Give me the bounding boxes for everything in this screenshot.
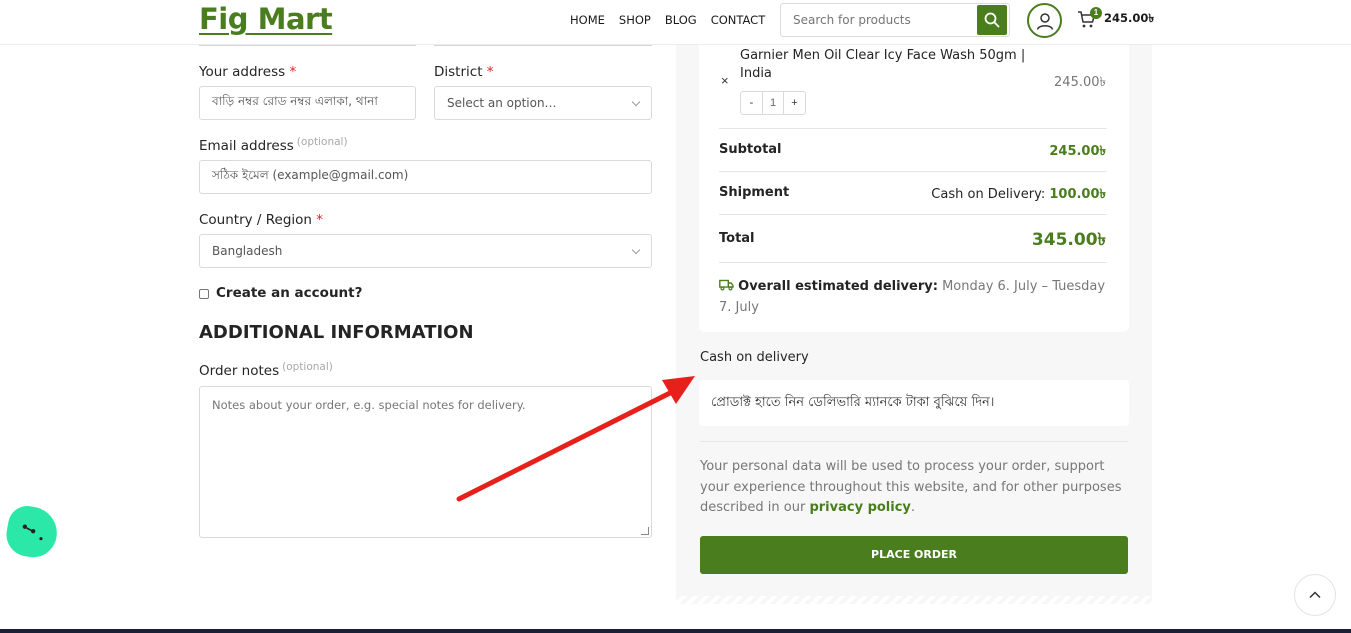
subtotal-label: Subtotal xyxy=(719,142,782,157)
summary-edge-decoration xyxy=(676,596,1152,604)
product-name: Garnier Men Oil Clear Icy Face Wash 50gm… xyxy=(740,48,1026,81)
site-header: Fig Mart HOME SHOP BLOG CONTACT 1 245.00… xyxy=(0,0,1351,45)
quantity-stepper: - 1 + xyxy=(740,91,806,115)
user-icon xyxy=(1036,12,1053,30)
nav-contact[interactable]: CONTACT xyxy=(711,13,766,27)
order-notes-label: Order notes (optional) xyxy=(199,361,333,379)
divider xyxy=(719,214,1107,215)
privacy-notice: Your personal data will be used to proce… xyxy=(700,459,1122,515)
cart-count-badge: 1 xyxy=(1090,7,1102,19)
truck-icon xyxy=(719,279,734,291)
nav-shop[interactable]: SHOP xyxy=(619,13,651,27)
chevron-up-icon xyxy=(1309,591,1321,599)
remove-item-button[interactable]: × xyxy=(721,73,729,88)
qty-input[interactable]: 1 xyxy=(762,92,784,114)
search-box xyxy=(780,3,1010,37)
create-account-label[interactable]: Create an account? xyxy=(216,285,362,301)
footer-edge xyxy=(0,629,1351,633)
shipment-value: Cash on Delivery: 100.00৳ xyxy=(931,187,1106,202)
nav-home[interactable]: HOME xyxy=(570,13,605,27)
district-label: District * xyxy=(434,64,494,80)
place-order-button[interactable]: PLACE ORDER xyxy=(700,536,1128,574)
country-select[interactable]: Bangladesh xyxy=(199,234,652,268)
shipment-label: Shipment xyxy=(719,185,790,200)
address-label: Your address * xyxy=(199,64,297,80)
chat-face-icon xyxy=(22,524,43,541)
chevron-down-icon xyxy=(631,245,641,255)
subtotal-value: 245.00৳ xyxy=(1049,144,1106,159)
search-icon xyxy=(984,12,1000,28)
estimated-delivery: Overall estimated delivery: Monday 6. Ju… xyxy=(719,279,1106,315)
email-field[interactable]: সঠিক ইমেল (example@gmail.com) xyxy=(199,160,652,194)
search-button[interactable] xyxy=(977,5,1007,35)
email-label: Email address (optional) xyxy=(199,136,348,154)
cart-total: 245.00৳ xyxy=(1104,11,1155,25)
chevron-down-icon xyxy=(631,97,641,107)
product-price: 245.00৳ xyxy=(1054,75,1106,90)
payment-method-description: প্রোডাক্ট হাতে নিন ডেলিভারি ম্যানকে টাকা… xyxy=(699,380,1129,426)
district-select[interactable]: Select an option… xyxy=(434,86,652,120)
resize-handle[interactable] xyxy=(641,527,649,535)
divider xyxy=(719,262,1107,263)
chat-widget-button[interactable] xyxy=(3,503,61,561)
cart-button[interactable]: 1 245.00৳ xyxy=(1077,7,1155,29)
country-label: Country / Region * xyxy=(199,212,324,228)
site-logo[interactable]: Fig Mart xyxy=(199,2,333,36)
qty-plus-button[interactable]: + xyxy=(784,92,805,114)
annotation-arrow xyxy=(456,376,695,502)
payment-method-title[interactable]: Cash on delivery xyxy=(700,350,809,365)
search-input[interactable] xyxy=(781,4,977,36)
privacy-policy-link[interactable]: privacy policy xyxy=(809,500,910,515)
nav-blog[interactable]: BLOG xyxy=(665,13,697,27)
qty-minus-button[interactable]: - xyxy=(741,92,762,114)
address-input[interactable]: বাড়ি নম্বর রোড নম্বর এলাকা, থানা xyxy=(199,86,416,120)
scroll-to-top-button[interactable] xyxy=(1294,574,1336,616)
divider xyxy=(700,441,1128,442)
total-value: 345.00৳ xyxy=(1031,230,1106,250)
create-account-checkbox[interactable] xyxy=(199,289,209,299)
additional-info-title: ADDITIONAL INFORMATION xyxy=(199,322,474,343)
total-label: Total xyxy=(719,231,755,246)
main-nav: HOME SHOP BLOG CONTACT xyxy=(570,13,779,27)
account-button[interactable] xyxy=(1027,3,1062,38)
divider xyxy=(719,128,1107,129)
divider xyxy=(719,171,1107,172)
